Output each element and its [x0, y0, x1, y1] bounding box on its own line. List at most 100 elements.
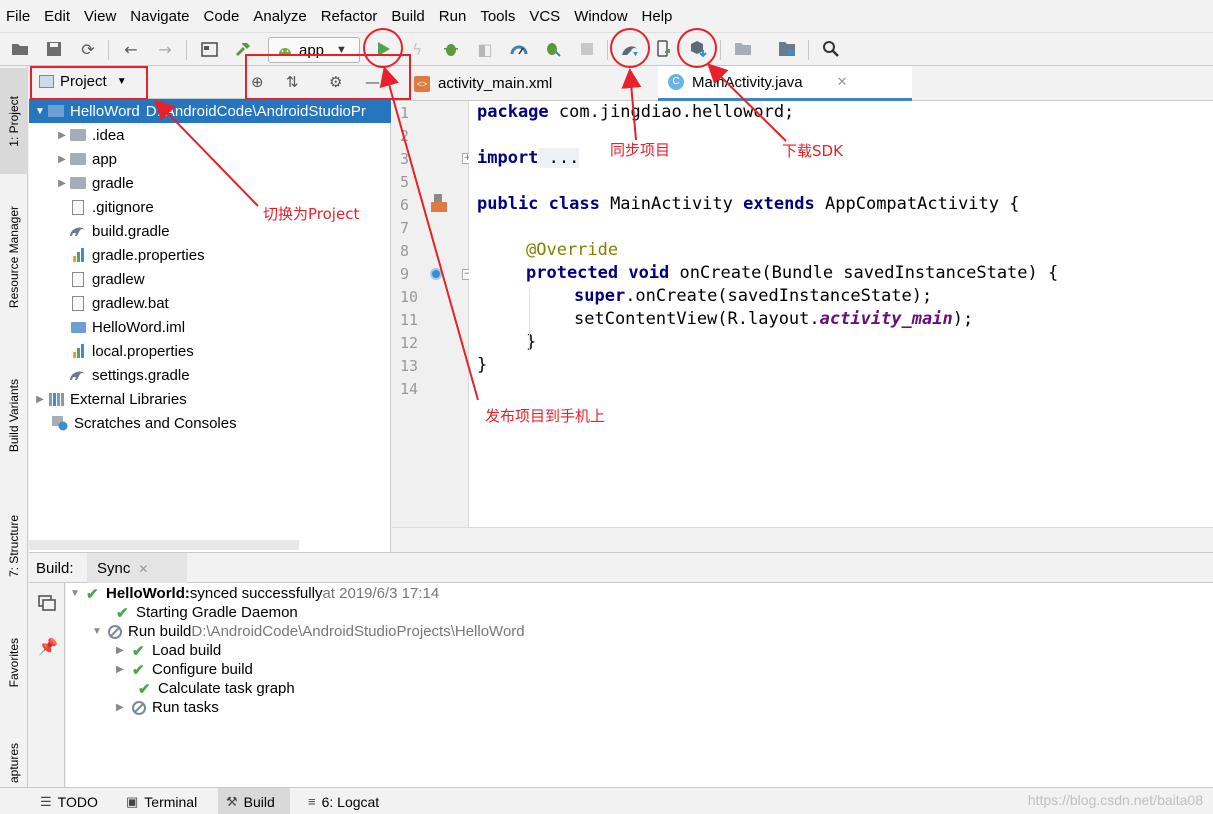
tool-tab-project[interactable]: 1: Project: [0, 68, 28, 174]
hide-panel-icon[interactable]: —: [365, 73, 380, 91]
menu-run[interactable]: Run: [439, 8, 467, 25]
tool-tab-todo[interactable]: ☰ TODO: [32, 788, 106, 814]
tree-item-local-properties[interactable]: local.properties: [29, 339, 391, 363]
override-marker-icon[interactable]: [430, 268, 442, 280]
tool-tab-favorites[interactable]: Favorites: [0, 628, 28, 698]
project-view-icon: [39, 75, 54, 88]
tree-item-external-libraries[interactable]: ▶ External Libraries: [29, 387, 391, 411]
folder-icon[interactable]: [732, 38, 754, 60]
tab-mainactivity-java[interactable]: C MainActivity.java ✕: [658, 66, 912, 101]
build-row-label: Calculate task graph: [158, 680, 295, 697]
tool-tab-resource-manager[interactable]: Resource Manager: [0, 192, 28, 322]
menu-refactor[interactable]: Refactor: [321, 8, 378, 25]
expand-arrow-icon[interactable]: ▶: [116, 702, 132, 713]
attach-debugger-icon[interactable]: [542, 38, 564, 60]
build-row-run-build[interactable]: ▼ Run build D:\AndroidCode\AndroidStudio…: [92, 622, 525, 641]
tree-root-helloword[interactable]: ▼ HelloWord D:\AndroidCode\AndroidStudio…: [29, 99, 391, 123]
frame-icon[interactable]: [198, 38, 220, 60]
project-structure-icon[interactable]: [776, 38, 798, 60]
tree-item-gradlew[interactable]: gradlew: [29, 267, 391, 291]
expand-arrow-icon[interactable]: ▼: [70, 588, 86, 599]
back-icon[interactable]: ←: [120, 38, 142, 60]
menu-window[interactable]: Window: [574, 8, 627, 25]
tree-item-scratches[interactable]: Scratches and Consoles: [29, 411, 391, 435]
menu-code[interactable]: Code: [203, 8, 239, 25]
build-row-run-tasks[interactable]: ▶ Run tasks: [116, 698, 219, 717]
run-icon[interactable]: [372, 38, 394, 60]
expand-arrow-icon[interactable]: ▶: [55, 130, 69, 141]
build-row-label: Starting Gradle Daemon: [136, 604, 298, 621]
menu-build[interactable]: Build: [391, 8, 424, 25]
collapse-all-icon[interactable]: ⇅: [286, 73, 299, 91]
menu-tools[interactable]: Tools: [480, 8, 515, 25]
build-row-load-build[interactable]: ▶ ✔ Load build: [116, 641, 221, 660]
tree-item-gradle[interactable]: ▶ gradle: [29, 171, 391, 195]
gear-icon[interactable]: ⚙: [329, 73, 342, 91]
tree-item-helloword-iml[interactable]: HelloWord.iml: [29, 315, 391, 339]
tree-item-gradle-properties[interactable]: gradle.properties: [29, 243, 391, 267]
build-row-task-graph[interactable]: ✔ Calculate task graph: [138, 679, 295, 698]
run-config-dropdown[interactable]: app ▼: [268, 37, 360, 63]
save-icon[interactable]: [43, 38, 65, 60]
debug-icon[interactable]: [440, 38, 462, 60]
menu-vcs[interactable]: VCS: [529, 8, 560, 25]
gauge-icon[interactable]: [508, 38, 530, 60]
expand-arrow-icon[interactable]: ▼: [33, 106, 47, 117]
tree-root-name: HelloWord: [70, 102, 140, 120]
sync-icon[interactable]: ⟳: [77, 38, 99, 60]
tab-activity-main-xml[interactable]: <> activity_main.xml: [404, 66, 650, 101]
tool-tab-terminal[interactable]: ▣ Terminal: [118, 788, 205, 814]
tool-tab-logcat[interactable]: ≡ 6: Logcat: [300, 788, 387, 814]
tree-item-settings-gradle[interactable]: settings.gradle: [29, 363, 391, 387]
toggle-view-icon[interactable]: [38, 595, 56, 615]
horizontal-scrollbar[interactable]: [29, 540, 299, 550]
lightning-icon[interactable]: ϟ: [406, 38, 428, 60]
search-icon[interactable]: [820, 38, 842, 60]
tool-tab-captures[interactable]: aptures: [0, 738, 28, 788]
close-icon[interactable]: ✕: [837, 74, 848, 90]
sdk-download-icon[interactable]: [687, 38, 709, 60]
tool-tab-structure[interactable]: 7: Structure: [0, 506, 28, 586]
build-row-synced[interactable]: ▼ ✔ HelloWorld: synced successfully at 2…: [70, 584, 439, 603]
hammer-icon[interactable]: [232, 38, 254, 60]
tab-sync[interactable]: Sync ✕: [87, 553, 187, 584]
expand-arrow-icon[interactable]: ▶: [116, 645, 132, 656]
gradle-sync-icon[interactable]: [619, 38, 641, 60]
menu-analyze[interactable]: Analyze: [253, 8, 306, 25]
profile-icon[interactable]: ◧: [474, 38, 496, 60]
forward-icon[interactable]: →: [154, 38, 176, 60]
project-view-selector[interactable]: Project ▼: [39, 73, 127, 90]
menu-navigate[interactable]: Navigate: [130, 8, 189, 25]
locate-icon[interactable]: ⊕: [251, 73, 264, 91]
build-row-daemon[interactable]: ✔ Starting Gradle Daemon: [116, 603, 298, 622]
menu-edit[interactable]: Edit: [44, 8, 70, 25]
open-folder-icon[interactable]: [9, 38, 31, 60]
code-editor[interactable]: package com.jingdiao.helloword; import .…: [469, 101, 1213, 527]
menu-view[interactable]: View: [84, 8, 116, 25]
toolbar-separator: [108, 40, 109, 60]
expand-arrow-icon[interactable]: ▶: [33, 394, 47, 405]
close-icon[interactable]: ✕: [138, 562, 148, 576]
tree-item-gradlew-bat[interactable]: gradlew.bat: [29, 291, 391, 315]
menu-file[interactable]: File: [6, 8, 30, 25]
tool-tab-label: Build: [243, 793, 275, 810]
chevron-down-icon: ▼: [116, 76, 127, 87]
expand-arrow-icon[interactable]: ▶: [55, 178, 69, 189]
tool-tab-build[interactable]: ⚒ Build: [218, 788, 290, 814]
menu-help[interactable]: Help: [642, 8, 673, 25]
expand-arrow-icon[interactable]: ▶: [55, 154, 69, 165]
build-row-label: Load build: [152, 642, 222, 659]
annotation-deploy: 发布项目到手机上: [485, 407, 606, 425]
tree-item-app[interactable]: ▶ app: [29, 147, 391, 171]
expand-arrow-icon[interactable]: ▼: [92, 626, 108, 637]
expand-arrow-icon[interactable]: ▶: [116, 664, 132, 675]
tree-item-idea[interactable]: ▶ .idea: [29, 123, 391, 147]
tool-tab-build-variants[interactable]: Build Variants: [0, 366, 28, 466]
build-row-configure-build[interactable]: ▶ ✔ Configure build: [116, 660, 253, 679]
layout-gutter-icon[interactable]: [430, 194, 448, 214]
stop-icon[interactable]: [576, 38, 598, 60]
annotation-download-sdk: 下载SDK: [782, 142, 843, 160]
pin-icon[interactable]: 📌: [38, 637, 58, 656]
device-manager-icon[interactable]: [653, 38, 675, 60]
code-line-12: }: [526, 332, 537, 352]
